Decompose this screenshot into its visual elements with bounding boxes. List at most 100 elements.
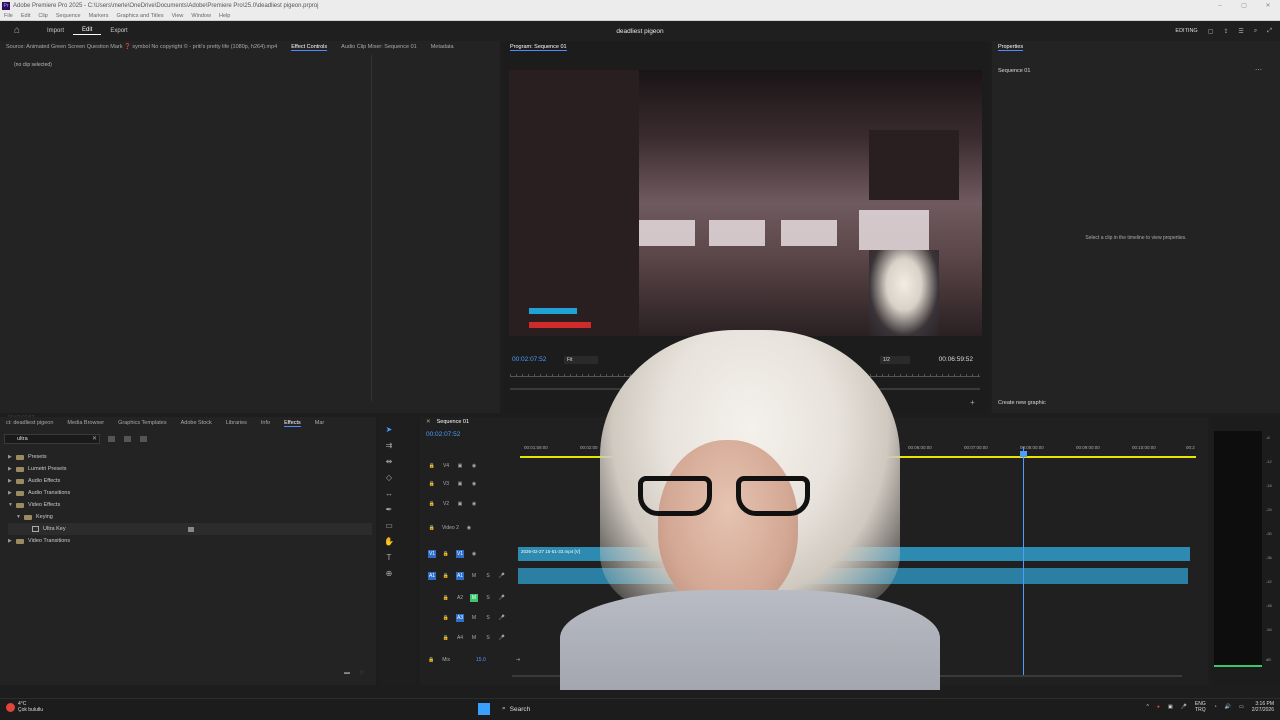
panel-layout-icon[interactable]: ☰ xyxy=(1238,28,1243,35)
tab-metadata[interactable]: Metadata xyxy=(431,44,454,50)
quick-export-icon[interactable]: ⇪ xyxy=(1223,28,1228,35)
sync-icon[interactable]: ▣ xyxy=(456,480,464,488)
tab-info[interactable]: Info xyxy=(261,420,270,426)
menu-help[interactable]: Help xyxy=(219,13,230,19)
menu-graphics[interactable]: Graphics and Titles xyxy=(117,13,164,19)
clock[interactable]: 3:16 PM 2/27/2026 xyxy=(1252,701,1274,713)
lock-icon[interactable]: 🔒 xyxy=(428,462,436,470)
type-tool-icon[interactable]: T xyxy=(384,553,394,563)
search-icon[interactable]: ⌕ xyxy=(1254,28,1257,35)
mix-value[interactable]: 15.0 xyxy=(476,657,486,663)
maximize-icon[interactable]: ▢ xyxy=(1232,0,1256,12)
solo-icon[interactable]: S xyxy=(484,572,492,580)
tab-sequence[interactable]: Sequence 01 xyxy=(437,419,469,425)
battery-icon[interactable]: ▭ xyxy=(1239,704,1244,710)
program-timecode[interactable]: 00:02:07:52 xyxy=(512,356,546,363)
solo-icon[interactable]: S xyxy=(484,594,492,602)
tab-import[interactable]: Import xyxy=(38,28,73,34)
app-tray-icon[interactable]: ● xyxy=(1157,704,1160,710)
tab-libraries[interactable]: Libraries xyxy=(226,420,247,426)
lock-icon[interactable]: 🔒 xyxy=(428,657,434,663)
ripple-edit-tool-icon[interactable]: ⇹ xyxy=(384,457,394,467)
lock-icon[interactable]: 🔒 xyxy=(442,550,450,558)
lock-icon[interactable]: 🔒 xyxy=(442,594,450,602)
eye-icon[interactable]: ◉ xyxy=(470,462,478,470)
eye-icon[interactable]: ◉ xyxy=(470,480,478,488)
add-button-icon[interactable]: + xyxy=(970,398,975,407)
pen-tool-icon[interactable]: ✒ xyxy=(384,505,394,515)
delete-icon[interactable]: ◌ xyxy=(360,670,364,676)
slip-tool-icon[interactable]: ↔ xyxy=(384,489,394,499)
track-label[interactable]: A1 xyxy=(456,572,464,580)
mute-icon[interactable]: M xyxy=(470,572,478,580)
eye-icon[interactable]: ◉ xyxy=(465,524,473,532)
rectangle-tool-icon[interactable]: ▭ xyxy=(384,521,394,531)
create-new-graphic-button[interactable]: Create new graphic xyxy=(998,400,1046,406)
tree-item-presets[interactable]: ▶ Presets xyxy=(8,451,372,463)
source-patch-v1[interactable]: V1 xyxy=(428,550,436,558)
track-label[interactable]: A3 xyxy=(456,614,464,622)
mic-icon[interactable]: 🎤 xyxy=(498,594,506,602)
tab-effects[interactable]: Effects xyxy=(284,420,301,427)
minimize-icon[interactable]: – xyxy=(1208,0,1232,12)
tree-item-video-transitions[interactable]: ▶ Video Transitions xyxy=(8,535,372,547)
tab-export[interactable]: Export xyxy=(101,28,136,34)
tree-item-video-effects[interactable]: ▼ Video Effects xyxy=(8,499,372,511)
tab-markers[interactable]: Mar xyxy=(315,420,324,426)
tab-effect-controls[interactable]: Effect Controls xyxy=(291,44,328,51)
tab-properties[interactable]: Properties xyxy=(998,44,1024,51)
effects-search-input[interactable]: ultra xyxy=(4,434,100,444)
tab-media-browser[interactable]: Media Browser xyxy=(67,420,104,426)
track-label[interactable]: V1 xyxy=(456,550,464,558)
mic-tray-icon[interactable]: 🎤 xyxy=(1181,704,1187,710)
mic-icon[interactable]: 🎤 xyxy=(498,634,506,642)
track-select-tool-icon[interactable]: ⇉ xyxy=(384,441,394,451)
close-sequence-icon[interactable]: ✕ xyxy=(426,419,431,425)
lock-icon[interactable]: 🔒 xyxy=(428,480,436,488)
sync-icon[interactable]: ▣ xyxy=(456,462,464,470)
tab-adobe-stock[interactable]: Adobe Stock xyxy=(181,420,212,426)
razor-tool-icon[interactable]: ◇ xyxy=(384,473,394,483)
eye-icon[interactable]: ◉ xyxy=(470,550,478,558)
hand-tool-icon[interactable]: ✋ xyxy=(384,537,394,547)
more-options-icon[interactable]: ⋯ xyxy=(1255,66,1262,74)
tree-item-audio-effects[interactable]: ▶ Audio Effects xyxy=(8,475,372,487)
mute-icon[interactable]: M xyxy=(470,634,478,642)
tab-project[interactable]: ct: deadliest pigeon xyxy=(6,420,53,426)
weather-widget[interactable]: 4°C Çok bulutlu xyxy=(6,701,43,713)
playhead-handle[interactable] xyxy=(1020,451,1027,457)
yuv-effects-icon[interactable] xyxy=(140,436,147,442)
language-indicator[interactable]: ENG TRQ xyxy=(1195,701,1206,713)
tab-graphics-templates[interactable]: Graphics Templates xyxy=(118,420,167,426)
workspace-icon[interactable]: ▢ xyxy=(1208,28,1214,35)
lock-icon[interactable]: 🔒 xyxy=(442,572,450,580)
mic-icon[interactable]: 🎤 xyxy=(498,614,506,622)
mute-icon[interactable]: M xyxy=(470,614,478,622)
selection-tool-icon[interactable]: ➤ xyxy=(384,425,394,435)
source-patch-a1[interactable]: A1 xyxy=(428,572,436,580)
32bit-effects-icon[interactable] xyxy=(124,436,131,442)
start-button-icon[interactable] xyxy=(478,703,490,715)
program-video-frame[interactable] xyxy=(509,70,982,336)
menu-sequence[interactable]: Sequence xyxy=(56,13,81,19)
solo-icon[interactable]: S xyxy=(484,614,492,622)
clear-search-icon[interactable]: ✕ xyxy=(92,435,97,442)
tray-chevron-icon[interactable]: ^ xyxy=(1147,704,1149,710)
wifi-icon[interactable]: ◔ xyxy=(1214,704,1217,710)
lock-icon[interactable]: 🔒 xyxy=(442,614,450,622)
tab-edit[interactable]: Edit xyxy=(73,27,102,35)
new-bin-icon[interactable]: ▬ xyxy=(344,670,350,676)
timeline-timecode[interactable]: 00:02:07:52 xyxy=(426,431,460,438)
playhead[interactable] xyxy=(1023,447,1024,675)
solo-icon[interactable]: S xyxy=(484,634,492,642)
accelerated-effects-icon[interactable] xyxy=(108,436,115,442)
menu-window[interactable]: Window xyxy=(191,13,211,19)
zoom-tool-icon[interactable]: ⊕ xyxy=(384,569,394,579)
sync-icon[interactable]: ▣ xyxy=(456,500,464,508)
eye-icon[interactable]: ◉ xyxy=(470,500,478,508)
lock-icon[interactable]: 🔒 xyxy=(428,524,436,532)
network-tray-icon[interactable]: ▣ xyxy=(1168,704,1173,710)
menu-clip[interactable]: Clip xyxy=(38,13,47,19)
lock-icon[interactable]: 🔒 xyxy=(442,634,450,642)
menu-file[interactable]: File xyxy=(4,13,13,19)
